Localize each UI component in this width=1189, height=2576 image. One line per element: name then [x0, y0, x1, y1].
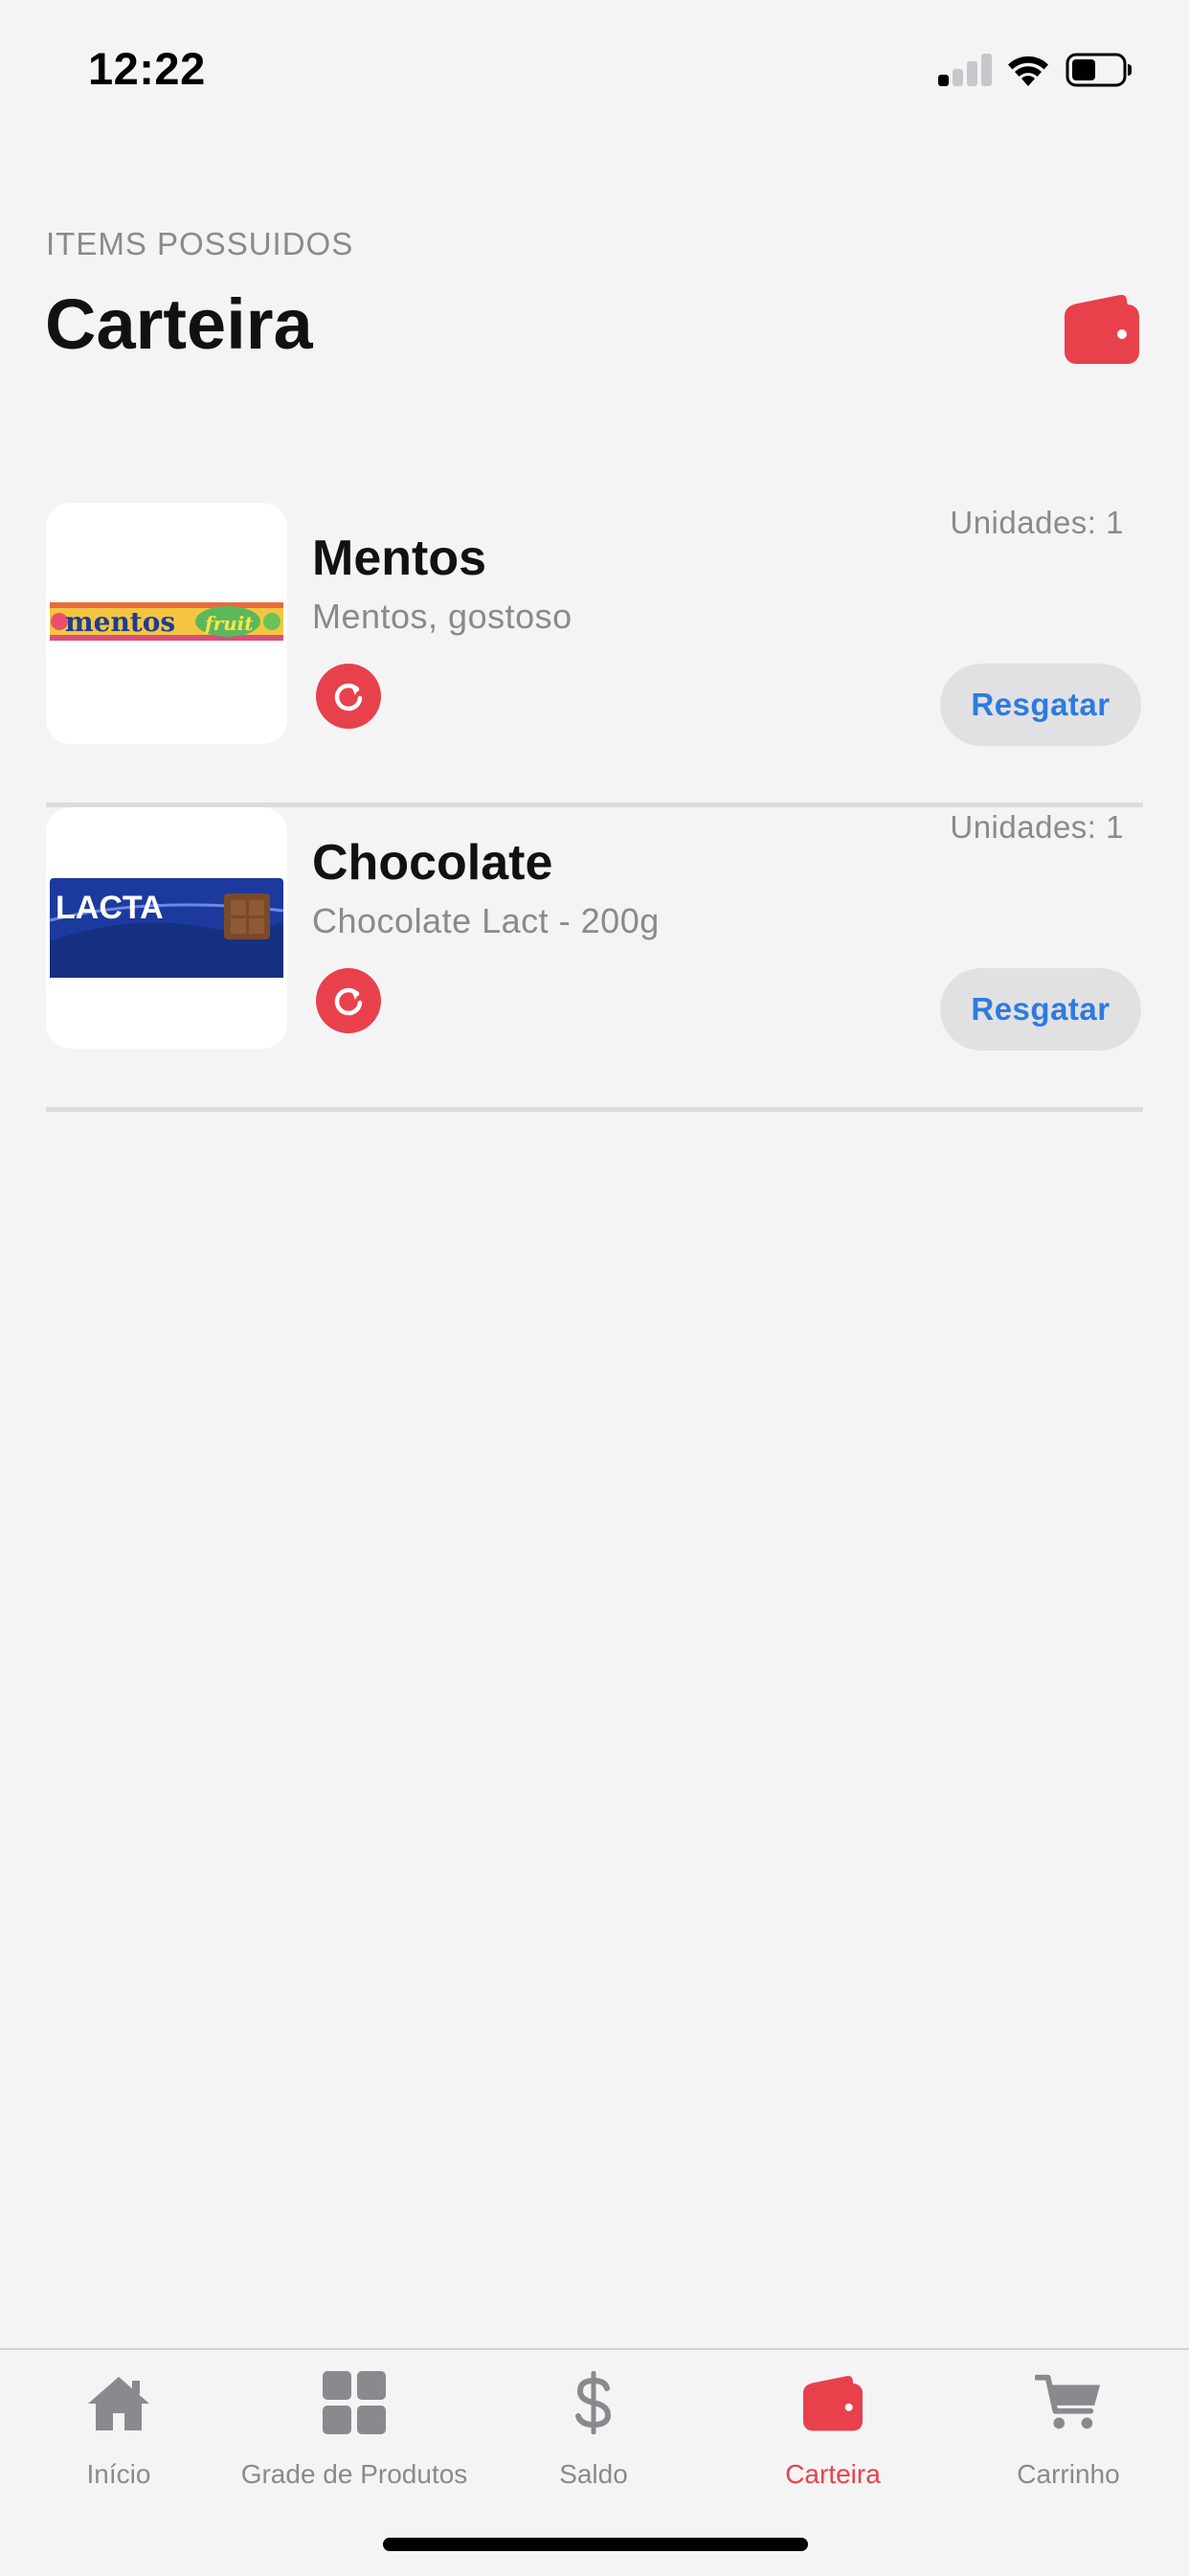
item-name: Chocolate — [312, 835, 553, 891]
divider — [46, 1107, 1143, 1112]
tab-label: Início — [86, 2459, 151, 2489]
tab-label: Carteira — [785, 2459, 881, 2489]
tab-label: Saldo — [559, 2459, 628, 2489]
dollar-icon — [575, 2371, 612, 2434]
grid-icon — [323, 2371, 386, 2434]
product-image: LACTA — [46, 807, 287, 1049]
item-description: Mentos, gostoso — [312, 597, 572, 636]
page-title: Carteira — [45, 284, 313, 364]
cart-icon — [1035, 2374, 1101, 2429]
wallet-icon — [803, 2376, 863, 2431]
refresh-icon — [334, 683, 363, 712]
refresh-icon — [334, 987, 363, 1016]
redeem-button[interactable]: Resgatar — [940, 664, 1141, 746]
refresh-button[interactable] — [316, 664, 381, 729]
list-item: LACTA Chocolate Chocolate Lact - 200g Un… — [46, 807, 1143, 1112]
tab-grade-de-produtos[interactable]: Grade de Produtos — [230, 2350, 479, 2513]
list-item: mentos fruit Mentos Mentos, gostoso Unid… — [46, 503, 1143, 807]
svg-text:fruit: fruit — [203, 612, 254, 635]
item-units: Unidades: 1 — [950, 809, 1124, 845]
status-time: 12:22 — [88, 43, 206, 94]
tab-saldo[interactable]: Saldo — [498, 2350, 689, 2513]
battery-icon — [1066, 53, 1132, 87]
tab-carrinho[interactable]: Carrinho — [973, 2350, 1164, 2513]
svg-text:mentos: mentos — [65, 606, 175, 638]
product-image: mentos fruit — [46, 503, 287, 744]
section-caption: ITEMS POSSUIDOS — [46, 226, 354, 261]
svg-text:LACTA: LACTA — [56, 890, 164, 926]
mentos-package-image: mentos fruit — [50, 602, 283, 641]
status-bar: 12:22 — [0, 0, 1189, 144]
tab-inicio[interactable]: Início — [23, 2350, 214, 2513]
item-description: Chocolate Lact - 200g — [312, 901, 660, 940]
tab-label: Grade de Produtos — [240, 2459, 468, 2489]
home-indicator[interactable] — [383, 2538, 808, 2551]
tab-label: Carrinho — [1017, 2459, 1120, 2489]
item-units: Unidades: 1 — [950, 505, 1124, 540]
cellular-signal-icon — [938, 54, 992, 86]
item-name: Mentos — [312, 531, 486, 586]
redeem-button[interactable]: Resgatar — [940, 968, 1141, 1051]
refresh-button[interactable] — [316, 968, 381, 1033]
tab-carteira[interactable]: Carteira — [737, 2350, 929, 2513]
wallet-icon[interactable] — [1063, 291, 1141, 366]
lacta-package-image: LACTA — [49, 878, 284, 978]
wifi-icon — [1008, 56, 1048, 86]
home-icon — [88, 2377, 149, 2430]
